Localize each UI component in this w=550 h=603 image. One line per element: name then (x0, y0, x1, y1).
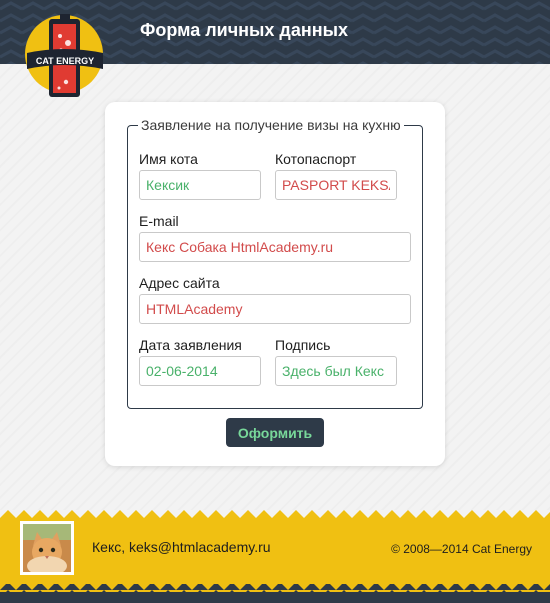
footer-contact: Кекс, keks@htmlacademy.ru (92, 539, 271, 555)
signature-input[interactable] (275, 356, 397, 386)
page-title: Форма личных данных (140, 20, 348, 40)
passport-label: Котопаспорт (275, 151, 357, 167)
fieldset-legend: Заявление на получение визы на кухню (138, 117, 404, 133)
submit-button[interactable]: Оформить (226, 418, 324, 447)
email-label: E-mail (139, 213, 179, 229)
passport-input[interactable] (275, 170, 397, 200)
cat-energy-logo[interactable]: CAT ENERGY (24, 12, 106, 98)
website-input[interactable] (139, 294, 411, 324)
footer-zigzag-band (0, 510, 550, 603)
battery-logo-icon: CAT ENERGY (25, 14, 103, 97)
cat-name-label: Имя кота (139, 151, 198, 167)
date-input[interactable] (139, 356, 261, 386)
logo-text: CAT ENERGY (36, 56, 94, 66)
signature-label: Подпись (275, 337, 331, 353)
visa-fieldset: Заявление на получение визы на кухню Имя… (127, 117, 423, 409)
form-card: Заявление на получение визы на кухню Имя… (105, 102, 445, 466)
cat-avatar-icon (23, 524, 71, 572)
website-label: Адрес сайта (139, 275, 220, 291)
avatar (20, 521, 74, 575)
page-footer: Кекс, keks@htmlacademy.ru © 2008—2014 Ca… (0, 510, 550, 603)
date-label: Дата заявления (139, 337, 242, 353)
footer-copyright: © 2008—2014 Cat Energy (391, 542, 532, 556)
cat-name-input[interactable] (139, 170, 261, 200)
email-input[interactable] (139, 232, 411, 262)
